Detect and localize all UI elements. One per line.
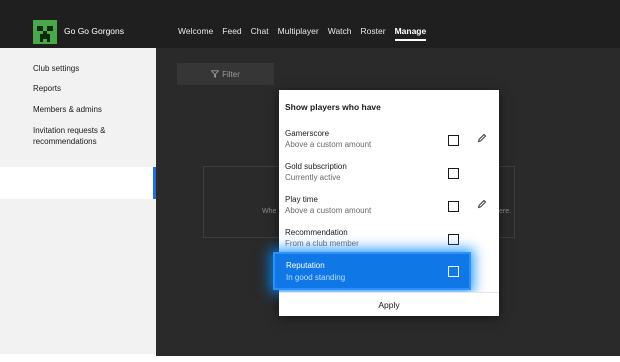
gamerscore-edit-pencil-icon[interactable] — [477, 133, 487, 143]
empty-state-text-left: Whe — [262, 208, 277, 215]
filter-funnel-icon — [211, 70, 220, 78]
nav-tab-manage[interactable]: Manage — [394, 26, 426, 41]
option-gold-subtitle: Currently active — [285, 173, 341, 182]
option-playtime-subtitle: Above a custom amount — [285, 206, 372, 215]
option-reputation-subtitle: In good standing — [286, 273, 346, 282]
gold-subscription-checkbox[interactable] — [448, 168, 459, 179]
empty-state-text-right: ere. — [499, 208, 512, 215]
nav-tab-multiplayer[interactable]: Multiplayer — [278, 26, 319, 36]
apply-button[interactable]: Apply — [279, 292, 499, 316]
filter-button[interactable]: Filter — [177, 63, 274, 85]
nav-tab-roster[interactable]: Roster — [361, 26, 386, 36]
sidebar-item-label: Invitation requests & — [33, 126, 106, 135]
option-gamerscore-title: Gamerscore — [285, 129, 330, 138]
sidebar-item-label-line2: recommendations — [33, 137, 97, 146]
nav-tab-feed[interactable]: Feed — [222, 26, 241, 36]
option-gold-title: Gold subscription — [285, 162, 347, 171]
sidebar-selection-highlight — [0, 167, 156, 199]
creeper-face-icon — [33, 20, 57, 44]
nav-tab-watch[interactable]: Watch — [328, 26, 352, 36]
gamerscore-checkbox[interactable] — [448, 135, 459, 146]
nav-tab-welcome[interactable]: Welcome — [178, 26, 213, 36]
club-name: Go Go Gorgons — [64, 26, 125, 36]
play-time-edit-pencil-icon[interactable] — [477, 199, 487, 209]
option-playtime-title: Play time — [285, 195, 318, 204]
play-time-checkbox[interactable] — [448, 201, 459, 212]
recommendation-checkbox[interactable] — [448, 234, 459, 245]
option-recommendation-subtitle: From a club member — [285, 239, 359, 248]
sidebar: Club settings Reports Members & admins I… — [0, 48, 156, 354]
option-gamerscore-subtitle: Above a custom amount — [285, 140, 372, 149]
top-navigation: Welcome Feed Chat Multiplayer Watch Rost… — [178, 26, 426, 41]
nav-tab-chat[interactable]: Chat — [251, 26, 269, 36]
reputation-option-focused[interactable]: Reputation In good standing — [275, 254, 469, 288]
sidebar-item-members-admins[interactable]: Members & admins — [33, 104, 102, 115]
option-recommendation-title: Recommendation — [285, 228, 348, 237]
sidebar-item-invitation-requests[interactable]: Invitation requests & recommendations — [33, 125, 105, 147]
top-bar: Go Go Gorgons Welcome Feed Chat Multipla… — [0, 0, 620, 48]
option-reputation-title: Reputation — [286, 261, 325, 270]
sidebar-item-reports[interactable]: Reports — [33, 83, 61, 94]
sidebar-item-club-settings[interactable]: Club settings — [33, 63, 79, 74]
filter-button-label: Filter — [222, 69, 240, 79]
reputation-checkbox[interactable] — [448, 266, 459, 277]
filter-panel-title: Show players who have — [285, 102, 381, 112]
